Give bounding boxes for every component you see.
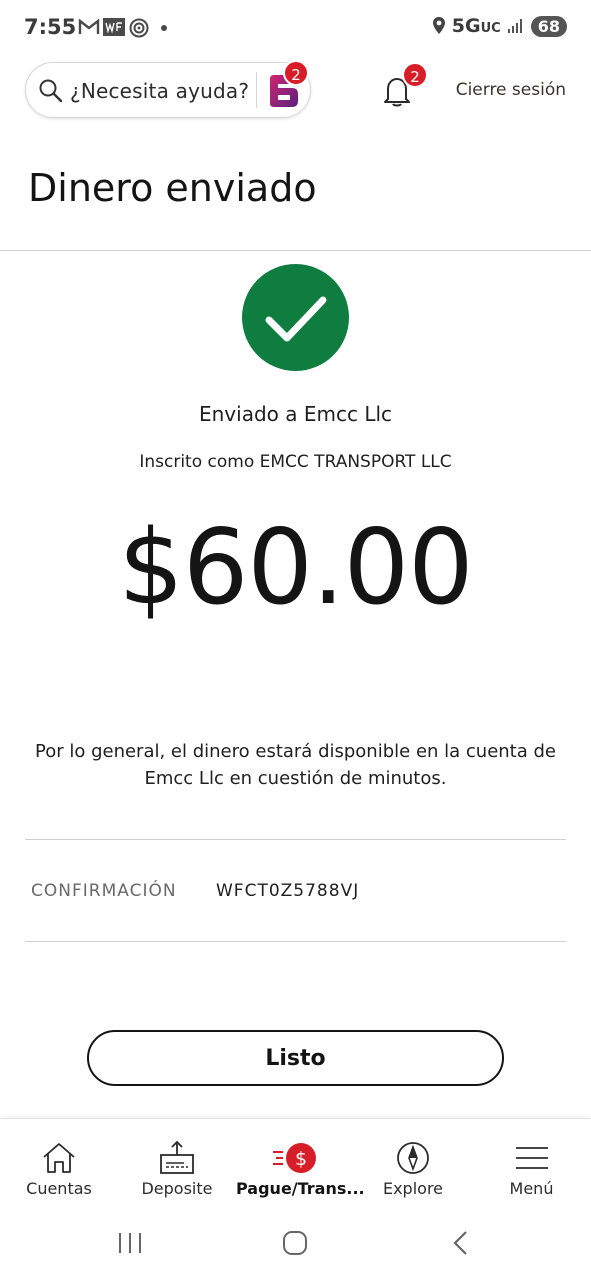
assistant-badge: 2 [283, 60, 309, 86]
confirmation-number: WFCT0Z5788VJ [216, 881, 360, 901]
back-icon[interactable] [450, 1230, 472, 1256]
divider [25, 839, 566, 840]
pay-transfer-icon: $ [273, 1143, 316, 1173]
nav-label-explore: Explore [382, 1179, 444, 1198]
signal-icon [507, 19, 522, 33]
enrolled-as-text: Inscrito como EMCC TRANSPORT LLC [139, 452, 452, 472]
status-time: 7:55 [24, 15, 77, 39]
nav-item-pay-transfer[interactable]: $ Pague/Trans... [236, 1119, 365, 1207]
logout-link[interactable]: Cierre sesión [456, 80, 566, 100]
battery-indicator: 68 [530, 15, 567, 37]
nfc-icon [129, 18, 149, 38]
nav-label-accounts: Cuentas [26, 1179, 92, 1198]
nav-item-deposit[interactable]: Deposite [118, 1119, 236, 1207]
help-search-placeholder: ¿Necesita ayuda? [70, 79, 250, 103]
availability-note: Por lo general, el dinero estará disponi… [34, 741, 556, 789]
home-icon [43, 1143, 75, 1173]
deposit-icon [160, 1141, 194, 1174]
nav-label-pay-transfer: Pague/Trans... [236, 1179, 365, 1198]
done-button[interactable]: Listo [87, 1030, 504, 1086]
search-icon [39, 79, 63, 103]
home-button-icon[interactable] [281, 1230, 309, 1256]
confirmation-label: CONFIRMACIÓN [31, 881, 177, 901]
success-check-icon [242, 264, 349, 371]
title-divider [0, 250, 591, 251]
system-nav-bar [0, 1206, 591, 1280]
status-bar: 7:55 5GUC 68 [0, 0, 591, 56]
nav-label-deposit: Deposite [141, 1179, 213, 1198]
notification-dot-icon [161, 25, 167, 31]
wells-fargo-app-icon [103, 18, 125, 36]
nav-label-menu: Menú [509, 1179, 554, 1198]
compass-icon [397, 1142, 429, 1174]
bottom-nav: Cuentas Deposite $ Pague/Trans... Explor… [0, 1118, 591, 1206]
amount-sent: $60.00 [118, 508, 473, 628]
recipient-text: Enviado a Emcc Llc [198, 402, 393, 426]
gmail-icon [78, 18, 100, 34]
pill-divider [256, 72, 257, 108]
status-right: 5GUC 68 [432, 15, 567, 37]
help-search-bar[interactable]: ¿Necesita ayuda? 2 [25, 60, 311, 118]
menu-icon [515, 1147, 548, 1169]
nav-item-explore[interactable]: Explore [354, 1119, 472, 1207]
nav-item-menu[interactable]: Menú [472, 1119, 591, 1207]
notifications-badge: 2 [402, 62, 428, 88]
recent-apps-icon[interactable] [116, 1230, 144, 1256]
svg-text:$: $ [295, 1148, 307, 1170]
nav-item-accounts[interactable]: Cuentas [0, 1119, 118, 1207]
location-icon [432, 17, 445, 34]
network-label: 5GUC [451, 15, 501, 37]
page-title: Dinero enviado [28, 166, 317, 210]
divider [25, 941, 566, 942]
